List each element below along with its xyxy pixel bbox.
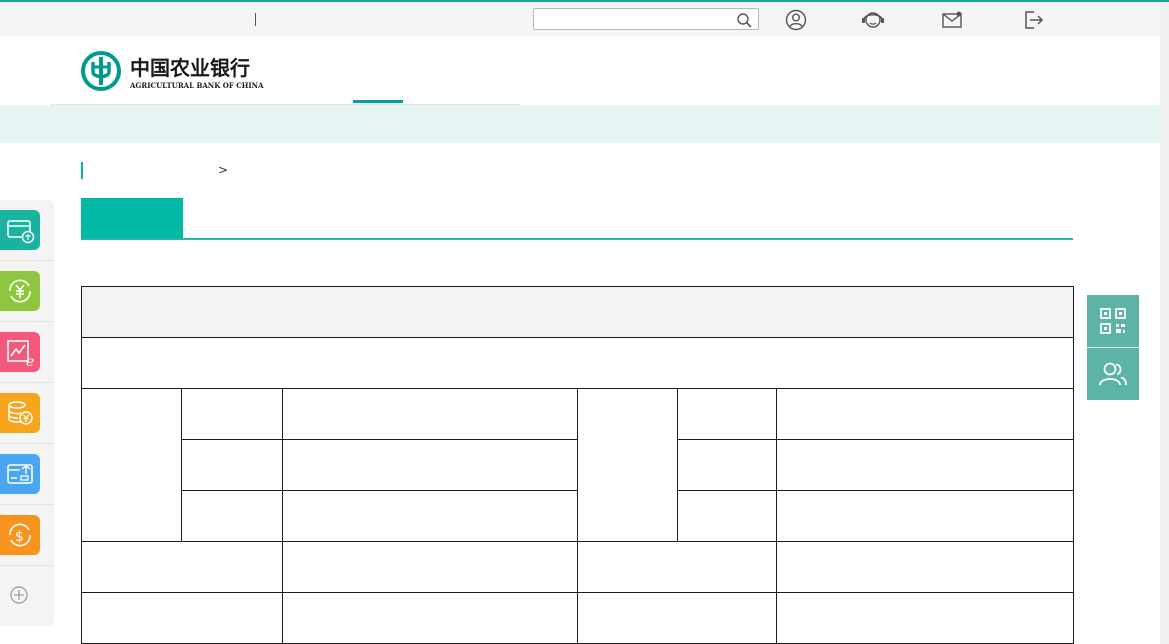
table-cell (81, 541, 283, 593)
table-cell (677, 439, 777, 491)
banner-band (0, 105, 1160, 143)
table-cell (775, 439, 1075, 491)
transfer-card-icon (7, 464, 33, 484)
table-cell (677, 388, 777, 440)
table-cell (677, 490, 777, 542)
e-chart-icon: e (7, 340, 34, 368)
table-cell (775, 592, 1075, 644)
table-cell (81, 592, 283, 644)
table-header-cell (80, 286, 1075, 338)
table-cell (775, 541, 1075, 593)
logo-chinese-name: 中国农业银行 (130, 56, 250, 80)
rate-table (80, 286, 1075, 644)
sidebar-item-card[interactable] (0, 200, 54, 261)
table-cell (577, 541, 777, 593)
table-cell (282, 592, 578, 644)
table-header-row (80, 286, 1075, 338)
mail-icon[interactable] (940, 8, 964, 32)
search-input[interactable] (534, 10, 730, 30)
sidebar-item-yuan-exchange[interactable] (0, 261, 54, 322)
people-button[interactable] (1087, 348, 1139, 400)
dollar-exchange-icon: $ (9, 523, 31, 547)
svg-text:$: $ (15, 529, 24, 545)
top-bar (0, 2, 1160, 36)
user-icon[interactable] (784, 8, 808, 32)
table-cell (775, 490, 1075, 542)
search-icon[interactable] (736, 12, 752, 28)
table-cell (181, 388, 283, 440)
search-box (533, 8, 759, 30)
breadcrumb-separator: > (218, 163, 229, 177)
customer-service-icon[interactable] (861, 8, 885, 32)
sidebar-item-transfer-card[interactable] (0, 444, 54, 505)
table-cell (80, 337, 1075, 389)
breadcrumb-marker (81, 162, 83, 179)
coin-stack-icon (8, 401, 33, 425)
sidebar-item-e-chart[interactable]: e (0, 322, 54, 383)
people-icon (1099, 362, 1127, 386)
table-cell (181, 490, 283, 542)
table-cell (181, 439, 283, 491)
table-row (81, 388, 1075, 542)
table-cell (282, 490, 578, 542)
svg-text:e: e (26, 354, 34, 368)
logout-icon[interactable] (1021, 8, 1045, 32)
plus-circle-icon[interactable] (9, 585, 29, 605)
table-row (81, 541, 1075, 593)
table-cell (282, 439, 578, 491)
qr-code-icon (1100, 308, 1126, 334)
tab-underline (81, 238, 1073, 240)
page-scrollbar[interactable] (1160, 2, 1169, 644)
table-cell (775, 388, 1075, 440)
yuan-exchange-icon (9, 279, 31, 303)
sidebar-item-coin-stack[interactable] (0, 383, 54, 444)
floating-panel (1087, 295, 1139, 400)
table-cell (282, 388, 578, 440)
card-icon (7, 220, 35, 244)
page: 中国农业银行 AGRICULTURAL BANK OF CHINA > e $ (0, 0, 1169, 644)
table-row (81, 592, 1075, 644)
table-cell (577, 388, 678, 542)
table-cell (577, 592, 777, 644)
header: 中国农业银行 AGRICULTURAL BANK OF CHINA (0, 36, 1160, 105)
sidebar-item-dollar-exchange[interactable]: $ (0, 505, 54, 566)
table-row (80, 337, 1075, 389)
table-cell (282, 541, 578, 593)
tab-active[interactable] (81, 198, 183, 238)
logo-english-name: AGRICULTURAL BANK OF CHINA (129, 81, 264, 90)
nav-active-indicator (353, 100, 403, 103)
qr-code-button[interactable] (1087, 295, 1139, 347)
table-cell (81, 388, 182, 542)
top-bar-divider (255, 13, 256, 26)
quick-sidebar: e $ (0, 200, 54, 626)
abc-logo[interactable]: 中国农业银行 AGRICULTURAL BANK OF CHINA (80, 50, 285, 92)
